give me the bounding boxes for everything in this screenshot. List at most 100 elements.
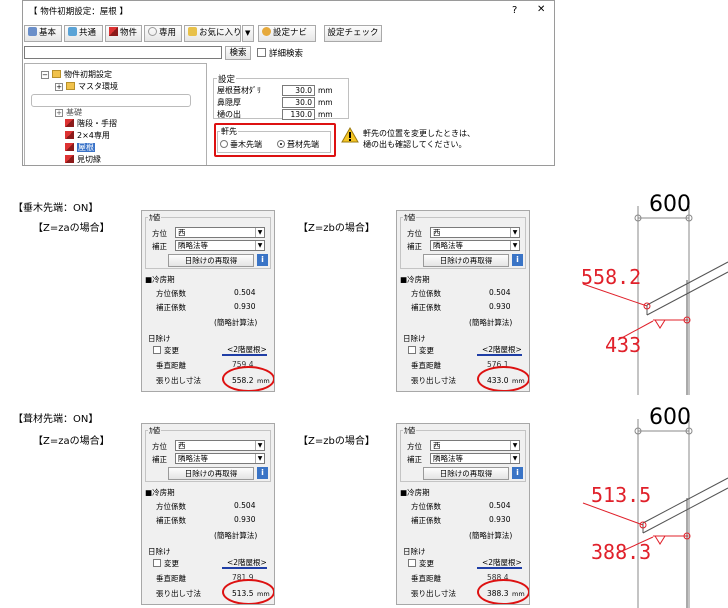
info-icon[interactable]: i xyxy=(257,467,268,479)
direction-select[interactable]: 西 ▼ xyxy=(175,440,265,451)
info-icon[interactable]: i xyxy=(512,467,523,479)
shade-group-title: 日除け xyxy=(148,334,171,343)
field-unit: mm xyxy=(318,110,333,119)
direction-coef-value: 0.504 xyxy=(234,501,256,510)
tab-favorites[interactable]: お気に入り xyxy=(184,25,242,42)
fascia-thickness-input[interactable]: 30.0 xyxy=(282,97,315,108)
warning-text-1: 軒先の位置を変更したときは、 xyxy=(363,129,475,138)
settings-dialog: 【 物件初期設定：屋根 】 ? ✕ 基本 共通 物件 専用 お気に入り ▼ 設定… xyxy=(22,0,555,166)
chevron-down-icon: ▼ xyxy=(510,241,519,250)
eta-group-title: ｶ値 xyxy=(403,212,417,223)
tab-dedicated[interactable]: 専用 xyxy=(144,25,182,42)
correction-coef-value: 0.930 xyxy=(234,302,256,311)
radio-rafter[interactable] xyxy=(220,140,228,148)
tree-item-label: 屋根 xyxy=(77,143,95,152)
roof-icon xyxy=(65,131,74,139)
tree-item-master[interactable]: + マスタ環境 xyxy=(55,81,118,92)
correction-label: 補正 xyxy=(407,455,422,464)
change-checkbox[interactable] xyxy=(153,346,161,354)
shade-group-title: 日除け xyxy=(403,547,426,556)
field-unit: mm xyxy=(318,86,333,95)
eta-value-panel: ｶ値 方位 西 ▼ 補正 隣略法等 ▼ 日除けの再取得 i ■冷房期 方位係数 0.… xyxy=(141,423,275,605)
house-icon xyxy=(109,27,118,36)
roof-icon xyxy=(65,143,74,151)
change-checkbox[interactable] xyxy=(408,559,416,567)
projection-highlight xyxy=(222,366,274,391)
change-checkbox[interactable] xyxy=(408,346,416,354)
correction-select[interactable]: 隣略法等 ▼ xyxy=(175,453,265,464)
collapse-icon: − xyxy=(41,71,49,79)
favorites-dropdown[interactable]: ▼ xyxy=(242,25,254,42)
roof-link-underline xyxy=(222,354,267,356)
calc-method-label: (簡略計算法) xyxy=(214,531,258,540)
correction-label: 補正 xyxy=(152,242,167,251)
roof-link-underline xyxy=(477,567,522,569)
search-input[interactable] xyxy=(24,46,222,59)
expand-icon: + xyxy=(55,109,63,117)
direction-value: 西 xyxy=(433,228,441,237)
info-icon[interactable]: i xyxy=(257,254,268,266)
search-button[interactable]: 検索 xyxy=(225,46,251,60)
detail-search-checkbox[interactable] xyxy=(257,48,266,57)
eta-value-panel: ｶ値 方位 西 ▼ 補正 隣略法等 ▼ 日除けの再取得 i ■冷房期 方位係数 0.… xyxy=(396,210,530,392)
shade-recalc-button[interactable]: 日除けの再取得 xyxy=(168,467,254,480)
settings-navi-button[interactable]: 設定ナビ xyxy=(258,25,316,42)
shade-recalc-button[interactable]: 日除けの再取得 xyxy=(423,467,509,480)
help-button[interactable]: ? xyxy=(512,5,517,16)
direction-select[interactable]: 西 ▼ xyxy=(430,440,520,451)
shade-recalc-button[interactable]: 日除けの再取得 xyxy=(168,254,254,267)
direction-select[interactable]: 西 ▼ xyxy=(175,227,265,238)
shade-recalc-button[interactable]: 日除けの再取得 xyxy=(423,254,509,267)
info-icon[interactable]: i xyxy=(512,254,523,266)
field-label: 樋の出 xyxy=(217,110,241,119)
vertical-distance-label: 垂直距離 xyxy=(156,574,186,583)
tree-item-roof[interactable]: 屋根 xyxy=(65,142,95,153)
tree-item-2x4[interactable]: 2×4専用 xyxy=(65,130,110,141)
roof-link-underline xyxy=(222,567,267,569)
cad-dimension-1: 513.5 xyxy=(591,483,652,507)
eta-value-panel: ｶ値 方位 西 ▼ 補正 隣略法等 ▼ 日除けの再取得 i ■冷房期 方位係数 0.… xyxy=(396,423,530,605)
correction-select[interactable]: 隣略法等 ▼ xyxy=(430,453,520,464)
radio-roofing[interactable] xyxy=(277,140,285,148)
close-button[interactable]: ✕ xyxy=(537,4,545,15)
roof-icon xyxy=(65,119,74,127)
dedicated-icon xyxy=(148,27,157,36)
tab-common[interactable]: 共通 xyxy=(64,25,103,42)
projection-highlight xyxy=(477,579,529,604)
case-label-zb: 【Z=zbの場合】 xyxy=(298,436,375,447)
change-checkbox[interactable] xyxy=(153,559,161,567)
change-label: 変更 xyxy=(419,559,434,568)
tree-item-stairs[interactable]: 階段・手摺 xyxy=(65,118,117,129)
roof-icon xyxy=(65,155,74,163)
radio-rafter-label: 垂木先端 xyxy=(230,140,262,149)
case-label-za: 【Z=zaの場合】 xyxy=(33,436,110,447)
direction-select[interactable]: 西 ▼ xyxy=(430,227,520,238)
correction-select[interactable]: 隣略法等 ▼ xyxy=(430,240,520,251)
tree-item-trim[interactable]: 見切縁 xyxy=(65,154,101,165)
correction-select[interactable]: 隣略法等 ▼ xyxy=(175,240,265,251)
direction-coef-label: 方位係数 xyxy=(411,289,441,298)
tab-basic[interactable]: 基本 xyxy=(24,25,62,42)
tab-basic-label: 基本 xyxy=(39,28,57,38)
common-icon xyxy=(68,27,77,36)
gear-icon xyxy=(28,27,37,36)
gutter-offset-input[interactable]: 130.0 xyxy=(282,109,315,120)
calc-method-label: (簡略計算法) xyxy=(214,318,258,327)
settings-check-button[interactable]: 設定チェック xyxy=(324,25,382,42)
field-label: 鼻隠厚 xyxy=(217,98,241,107)
tree-root[interactable]: − 物件初期設定 xyxy=(41,69,112,80)
settings-navi-label: 設定ナビ xyxy=(273,28,308,38)
favorites-icon xyxy=(188,27,197,36)
expand-icon: + xyxy=(55,83,63,91)
tab-property[interactable]: 物件 xyxy=(105,25,142,42)
warning-text-2: 樋の出も確認してください。 xyxy=(363,140,467,149)
cad-dimension-1: 558.2 xyxy=(581,265,642,289)
shade-group-title: 日除け xyxy=(403,334,426,343)
correction-coef-label: 補正係数 xyxy=(411,303,441,312)
tree-item-foundation[interactable]: + 基礎 xyxy=(55,107,82,118)
roofing-drip-input[interactable]: 30.0 xyxy=(282,85,315,96)
correction-label: 補正 xyxy=(152,455,167,464)
tab-dedicated-label: 専用 xyxy=(159,28,177,38)
tree-item-label: 見切縁 xyxy=(77,155,101,164)
warning-icon xyxy=(341,127,359,143)
